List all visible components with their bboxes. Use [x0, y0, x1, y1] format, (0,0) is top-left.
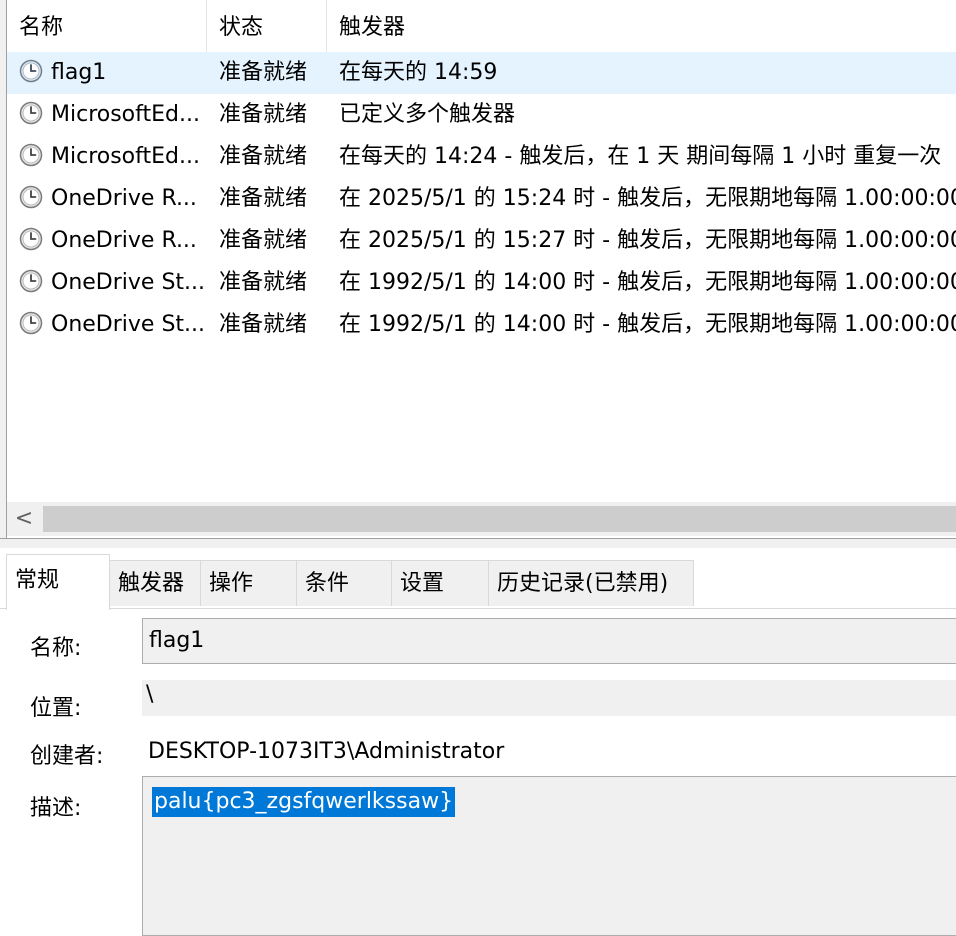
clock-icon [19, 98, 43, 125]
task-trigger: 在 2025/5/1 的 15:27 时 - 触发后，无限期地每隔 1.00:0… [339, 228, 956, 253]
column-header-trigger[interactable]: 触发器 [327, 0, 956, 52]
task-trigger: 在 1992/5/1 的 14:00 时 - 触发后，无限期地每隔 1.00:0… [339, 312, 956, 337]
tab-general[interactable]: 常规 [6, 554, 110, 610]
location-field[interactable]: \ [142, 680, 956, 716]
scroll-left-button[interactable]: < [7, 502, 41, 536]
task-trigger: 在 1992/5/1 的 14:00 时 - 触发后，无限期地每隔 1.00:0… [339, 270, 956, 295]
description-field[interactable]: palu{pc3_zgsfqwerlkssaw} [142, 776, 956, 936]
task-name: OneDrive R... [51, 186, 197, 211]
task-name: MicrosoftEd... [51, 102, 200, 127]
task-trigger: 在每天的 14:24 - 触发后，在 1 天 期间每隔 1 小时 重复一次 [339, 144, 942, 169]
task-row[interactable]: flag1 准备就绪 在每天的 14:59 [7, 52, 956, 94]
task-name: OneDrive St... [51, 312, 206, 337]
task-row[interactable]: MicrosoftEd... 准备就绪 已定义多个触发器 [7, 94, 956, 136]
description-label: 描述: [30, 796, 82, 821]
task-trigger: 已定义多个触发器 [339, 102, 516, 127]
description-selected-text[interactable]: palu{pc3_zgsfqwerlkssaw} [152, 787, 456, 817]
tab-strip: 常规 触发器 操作 条件 设置 历史记录(已禁用) [0, 554, 956, 610]
clock-icon [19, 266, 43, 293]
task-status: 准备就绪 [219, 312, 308, 337]
task-list-pane: 名称 状态 触发器 flag1 准备就绪 在每天的 14:59 Microsof… [0, 0, 956, 538]
task-trigger: 在每天的 14:59 [339, 60, 498, 85]
clock-icon [19, 308, 43, 335]
task-row[interactable]: OneDrive St... 准备就绪 在 1992/5/1 的 14:00 时… [7, 304, 956, 346]
column-header-name[interactable]: 名称 [7, 0, 207, 52]
task-name-cell: OneDrive R... [19, 178, 209, 220]
task-row[interactable]: OneDrive St... 准备就绪 在 1992/5/1 的 14:00 时… [7, 262, 956, 304]
properties-pane: 常规 触发器 操作 条件 设置 历史记录(已禁用) 名称: flag1 位置: … [0, 548, 956, 936]
scrollbar-thumb[interactable] [43, 506, 956, 532]
list-header: 名称 状态 触发器 [7, 0, 956, 52]
task-row[interactable]: MicrosoftEd... 准备就绪 在每天的 14:24 - 触发后，在 1… [7, 136, 956, 178]
clock-icon [19, 182, 43, 209]
task-status: 准备就绪 [219, 102, 308, 127]
task-status: 准备就绪 [219, 144, 308, 169]
clock-icon [19, 224, 43, 251]
name-field[interactable]: flag1 [142, 618, 956, 664]
task-name-cell: MicrosoftEd... [19, 94, 209, 136]
horizontal-scrollbar[interactable]: < [7, 502, 956, 536]
pane-border [0, 0, 7, 538]
tab-triggers[interactable]: 触发器 [109, 560, 201, 606]
clock-icon [19, 140, 43, 167]
task-name: OneDrive R... [51, 228, 197, 253]
task-name-cell: OneDrive R... [19, 220, 209, 262]
task-row[interactable]: OneDrive R... 准备就绪 在 2025/5/1 的 15:24 时 … [7, 178, 956, 220]
task-name: flag1 [51, 60, 107, 85]
author-field[interactable]: DESKTOP-1073IT3\Administrator [142, 734, 956, 770]
task-name-cell: OneDrive St... [19, 304, 209, 346]
name-label: 名称: [30, 636, 82, 661]
author-label: 创建者: [30, 744, 104, 769]
task-name-cell: flag1 [19, 52, 209, 94]
task-status: 准备就绪 [219, 270, 308, 295]
task-trigger: 在 2025/5/1 的 15:24 时 - 触发后，无限期地每隔 1.00:0… [339, 186, 956, 211]
tab-conditions[interactable]: 条件 [296, 560, 392, 606]
tab-history[interactable]: 历史记录(已禁用) [488, 560, 694, 606]
task-status: 准备就绪 [219, 60, 308, 85]
task-name: MicrosoftEd... [51, 144, 200, 169]
task-name-cell: MicrosoftEd... [19, 136, 209, 178]
task-status: 准备就绪 [219, 228, 308, 253]
task-rows: flag1 准备就绪 在每天的 14:59 MicrosoftEd... 准备就… [7, 52, 956, 346]
tab-actions[interactable]: 操作 [200, 560, 297, 606]
location-label: 位置: [30, 696, 82, 721]
task-name-cell: OneDrive St... [19, 262, 209, 304]
task-status: 准备就绪 [219, 186, 308, 211]
column-header-status[interactable]: 状态 [207, 0, 327, 52]
task-name: OneDrive St... [51, 270, 206, 295]
tab-settings[interactable]: 设置 [391, 560, 489, 606]
clock-icon [19, 56, 43, 83]
task-row[interactable]: OneDrive R... 准备就绪 在 2025/5/1 的 15:27 时 … [7, 220, 956, 262]
